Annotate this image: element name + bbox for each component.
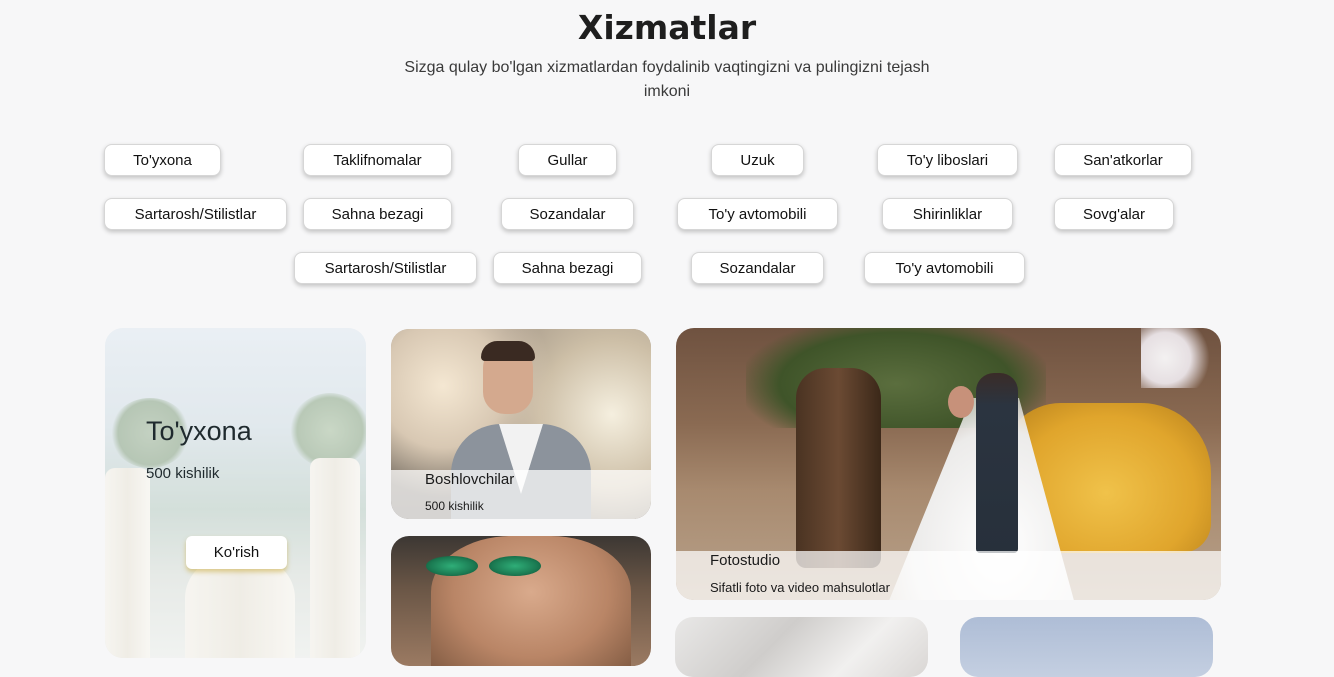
host-capacity: 500 kishilik [425,499,484,513]
chip-toy-avtomobili[interactable]: To'y avtomobili [677,198,838,230]
host-caption: Boshlovchilar 500 kishilik [391,470,651,519]
sky-card[interactable] [960,617,1213,677]
chip-toy-liboslari[interactable]: To'y liboslari [877,144,1018,176]
venue-card[interactable]: To'yxona 500 kishilik Ko'rish [105,328,366,658]
makeup-image [391,536,651,666]
host-title: Boshlovchilar [425,471,515,488]
chip-sozandalar-2[interactable]: Sozandalar [691,252,824,284]
chip-toyxona[interactable]: To'yxona [104,144,221,176]
chip-shirinliklar[interactable]: Shirinliklar [882,198,1013,230]
venue-image [105,328,366,658]
chip-sovgalar[interactable]: Sovg'alar [1054,198,1174,230]
chip-sahna-bezagi[interactable]: Sahna bezagi [303,198,452,230]
view-button[interactable]: Ko'rish [186,536,287,569]
venue-capacity: 500 kishilik [146,465,220,482]
photostudio-caption: Fotostudio Sifatli foto va video mahsulo… [676,551,1221,600]
chip-sartarosh-stilistlar-2[interactable]: Sartarosh/Stilistlar [294,252,477,284]
chip-gullar[interactable]: Gullar [518,144,617,176]
page-subtitle: Sizga qulay bo'lgan xizmatlardan foydali… [404,59,930,100]
chip-sozandalar[interactable]: Sozandalar [501,198,634,230]
chip-sanatkorlar[interactable]: San'atkorlar [1054,144,1192,176]
chip-sahna-bezagi-2[interactable]: Sahna bezagi [493,252,642,284]
venue-title: To'yxona [146,416,252,446]
sky-image [960,617,1213,677]
fabric-image [675,617,928,677]
host-card[interactable]: Boshlovchilar 500 kishilik [391,329,651,519]
photostudio-title: Fotostudio [710,552,781,569]
photostudio-description: Sifatli foto va video mahsulotlar [710,580,890,595]
page-title: Xizmatlar [577,8,757,47]
makeup-card[interactable] [391,536,651,666]
chip-taklifnomalar[interactable]: Taklifnomalar [303,144,452,176]
fabric-card[interactable] [675,617,928,677]
chip-sartarosh-stilistlar[interactable]: Sartarosh/Stilistlar [104,198,287,230]
chip-uzuk[interactable]: Uzuk [711,144,804,176]
photostudio-card[interactable]: Fotostudio Sifatli foto va video mahsulo… [676,328,1221,600]
chip-toy-avtomobili-2[interactable]: To'y avtomobili [864,252,1025,284]
